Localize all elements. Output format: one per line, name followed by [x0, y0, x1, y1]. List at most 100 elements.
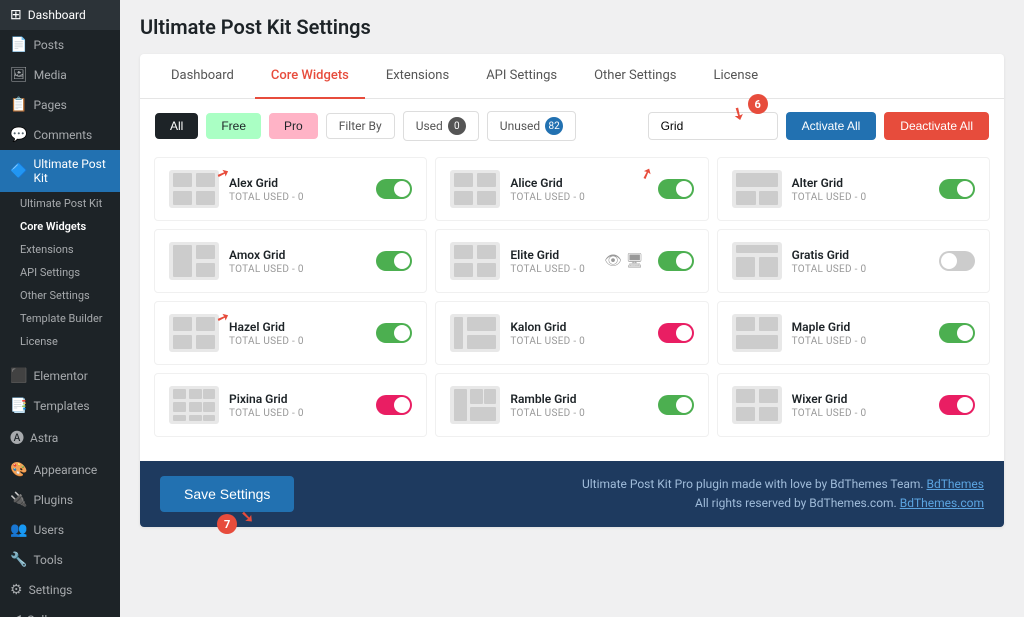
footer-line1: Ultimate Post Kit Pro plugin made with l…	[582, 475, 984, 494]
widget-card-gratis-grid: Gratis Grid TOTAL USED - 0	[717, 229, 990, 293]
pixina-grid-thumb	[169, 386, 219, 424]
gratis-grid-toggle[interactable]	[939, 251, 975, 271]
search-input[interactable]	[648, 112, 778, 140]
gratis-grid-name: Gratis Grid	[792, 248, 929, 262]
filter-used-button[interactable]: Used 0	[403, 111, 479, 141]
ramble-grid-info: Ramble Grid TOTAL USED - 0	[510, 392, 647, 419]
amox-grid-name: Amox Grid	[229, 248, 366, 262]
pixina-grid-toggle[interactable]	[376, 395, 412, 415]
sidebar-item-dashboard[interactable]: ⊞ Dashboard	[0, 0, 120, 30]
footer-bar: Save Settings 7 ➘ Ultimate Post Kit Pro …	[140, 461, 1004, 527]
sidebar-sub-item-extensions[interactable]: Extensions	[0, 238, 120, 261]
pixina-grid-name: Pixina Grid	[229, 392, 366, 406]
monitor-icon[interactable]: 🖥	[626, 253, 644, 269]
elementor-icon: ⬛	[10, 368, 27, 384]
kalon-grid-toggle[interactable]	[658, 323, 694, 343]
tab-dashboard[interactable]: Dashboard	[155, 54, 250, 99]
templates-icon: 📑	[10, 398, 27, 414]
wixer-grid-toggle[interactable]	[939, 395, 975, 415]
hazel-grid-info: Hazel Grid TOTAL USED - 0	[229, 320, 366, 347]
sidebar-sub-item-api-settings[interactable]: API Settings	[0, 261, 120, 284]
filter-pro-button[interactable]: Pro	[269, 113, 318, 139]
page-title: Ultimate Post Kit Settings	[140, 15, 1004, 39]
sidebar-item-collapse[interactable]: ◀ Collapse menu	[0, 605, 120, 617]
upk-icon: 🔷	[10, 163, 27, 179]
save-settings-button[interactable]: Save Settings	[160, 476, 294, 512]
sidebar-item-media[interactable]: 🖼 Media	[0, 60, 120, 90]
posts-icon: 📄	[10, 37, 27, 53]
alter-grid-info: Alter Grid TOTAL USED - 0	[792, 176, 929, 203]
comments-icon: 💬	[10, 127, 27, 143]
sidebar-item-appearance[interactable]: 🎨 Appearance	[0, 455, 120, 485]
wixer-grid-meta: TOTAL USED - 0	[792, 408, 929, 419]
alex-grid-toggle[interactable]	[376, 179, 412, 199]
filter-unused-button[interactable]: Unused 82	[487, 111, 576, 141]
kalon-grid-name: Kalon Grid	[510, 320, 647, 334]
sidebar-sub-item-core-widgets[interactable]: Core Widgets	[0, 215, 120, 238]
alter-grid-toggle[interactable]	[939, 179, 975, 199]
tab-extensions[interactable]: Extensions	[370, 54, 465, 99]
alter-grid-name: Alter Grid	[792, 176, 929, 190]
wixer-grid-info: Wixer Grid TOTAL USED - 0	[792, 392, 929, 419]
dashboard-icon: ⊞	[10, 7, 22, 23]
gratis-grid-thumb	[732, 242, 782, 280]
alice-grid-toggle[interactable]	[658, 179, 694, 199]
annotation-arrow-7: ➘	[241, 507, 254, 526]
elite-grid-name: Elite Grid	[510, 248, 594, 262]
bdthemes-dot-com-link[interactable]: BdThemes.com	[900, 496, 984, 510]
sidebar-item-ultimate-post-kit[interactable]: 🔷 Ultimate Post Kit	[0, 150, 120, 192]
sidebar-item-tools[interactable]: 🔧 Tools	[0, 545, 120, 575]
alice-grid-thumb	[450, 170, 500, 208]
alex-grid-meta: TOTAL USED - 0	[229, 192, 366, 203]
annotation-badge-7: 7	[217, 514, 237, 534]
sidebar-item-pages[interactable]: 📋 Pages	[0, 90, 120, 120]
amox-grid-toggle[interactable]	[376, 251, 412, 271]
amox-grid-meta: TOTAL USED - 0	[229, 264, 366, 275]
tab-other-settings[interactable]: Other Settings	[578, 54, 692, 99]
widget-card-alice-grid: ➚ Alice Grid TOTAL USED - 0	[435, 157, 708, 221]
sidebar-item-elementor[interactable]: ⬛ Elementor	[0, 361, 120, 391]
widget-card-elite-grid: Elite Grid TOTAL USED - 0 👁 🖥	[435, 229, 708, 293]
activate-all-button[interactable]: Activate All	[786, 112, 877, 140]
widget-card-wixer-grid: Wixer Grid TOTAL USED - 0	[717, 373, 990, 437]
sidebar-item-comments[interactable]: 💬 Comments	[0, 120, 120, 150]
maple-grid-toggle[interactable]	[939, 323, 975, 343]
widget-card-alex-grid: ➚ Alex Grid TOTAL USED - 0	[154, 157, 427, 221]
maple-grid-info: Maple Grid TOTAL USED - 0	[792, 320, 929, 347]
sidebar-sub-item-upk[interactable]: Ultimate Post Kit	[0, 192, 120, 215]
widget-card-pixina-grid: Pixina Grid TOTAL USED - 0	[154, 373, 427, 437]
alice-grid-info: Alice Grid TOTAL USED - 0	[510, 176, 647, 203]
sidebar-item-plugins[interactable]: 🔌 Plugins	[0, 485, 120, 515]
filter-all-button[interactable]: All	[155, 113, 198, 139]
used-badge: 0	[448, 117, 466, 135]
filter-by-label: Filter By	[326, 113, 395, 139]
save-wrap: Save Settings 7 ➘	[160, 476, 294, 512]
eye-icon[interactable]: 👁	[604, 253, 622, 269]
deactivate-all-button[interactable]: Deactivate All	[884, 112, 989, 140]
sidebar-item-posts[interactable]: 📄 Posts	[0, 30, 120, 60]
sidebar-sub-item-other-settings[interactable]: Other Settings	[0, 284, 120, 307]
tab-api-settings[interactable]: API Settings	[470, 54, 573, 99]
tab-core-widgets[interactable]: Core Widgets	[255, 54, 365, 99]
hazel-grid-toggle[interactable]	[376, 323, 412, 343]
sidebar-item-templates[interactable]: 📑 Templates	[0, 391, 120, 421]
filter-free-button[interactable]: Free	[206, 113, 261, 139]
hazel-grid-meta: TOTAL USED - 0	[229, 336, 366, 347]
bdthemes-link[interactable]: BdThemes	[927, 477, 984, 491]
kalon-grid-thumb	[450, 314, 500, 352]
sidebar-item-astra[interactable]: 🅐 Astra	[0, 421, 120, 455]
wixer-grid-name: Wixer Grid	[792, 392, 929, 406]
sidebar-sub-item-license[interactable]: License	[0, 330, 120, 353]
appearance-icon: 🎨	[10, 462, 27, 478]
sidebar-item-users[interactable]: 👥 Users	[0, 515, 120, 545]
collapse-icon: ◀	[10, 612, 21, 617]
tab-license[interactable]: License	[697, 54, 774, 99]
ramble-grid-toggle[interactable]	[658, 395, 694, 415]
widgets-grid: ➚ Alex Grid TOTAL USED - 0	[140, 153, 1004, 451]
media-icon: 🖼	[10, 67, 28, 83]
sidebar-sub-item-template-builder[interactable]: Template Builder	[0, 307, 120, 330]
settings-card: Dashboard Core Widgets Extensions API Se…	[140, 54, 1004, 527]
sidebar-item-settings[interactable]: ⚙ Settings	[0, 575, 120, 605]
elite-grid-toggle[interactable]	[658, 251, 694, 271]
gratis-grid-info: Gratis Grid TOTAL USED - 0	[792, 248, 929, 275]
